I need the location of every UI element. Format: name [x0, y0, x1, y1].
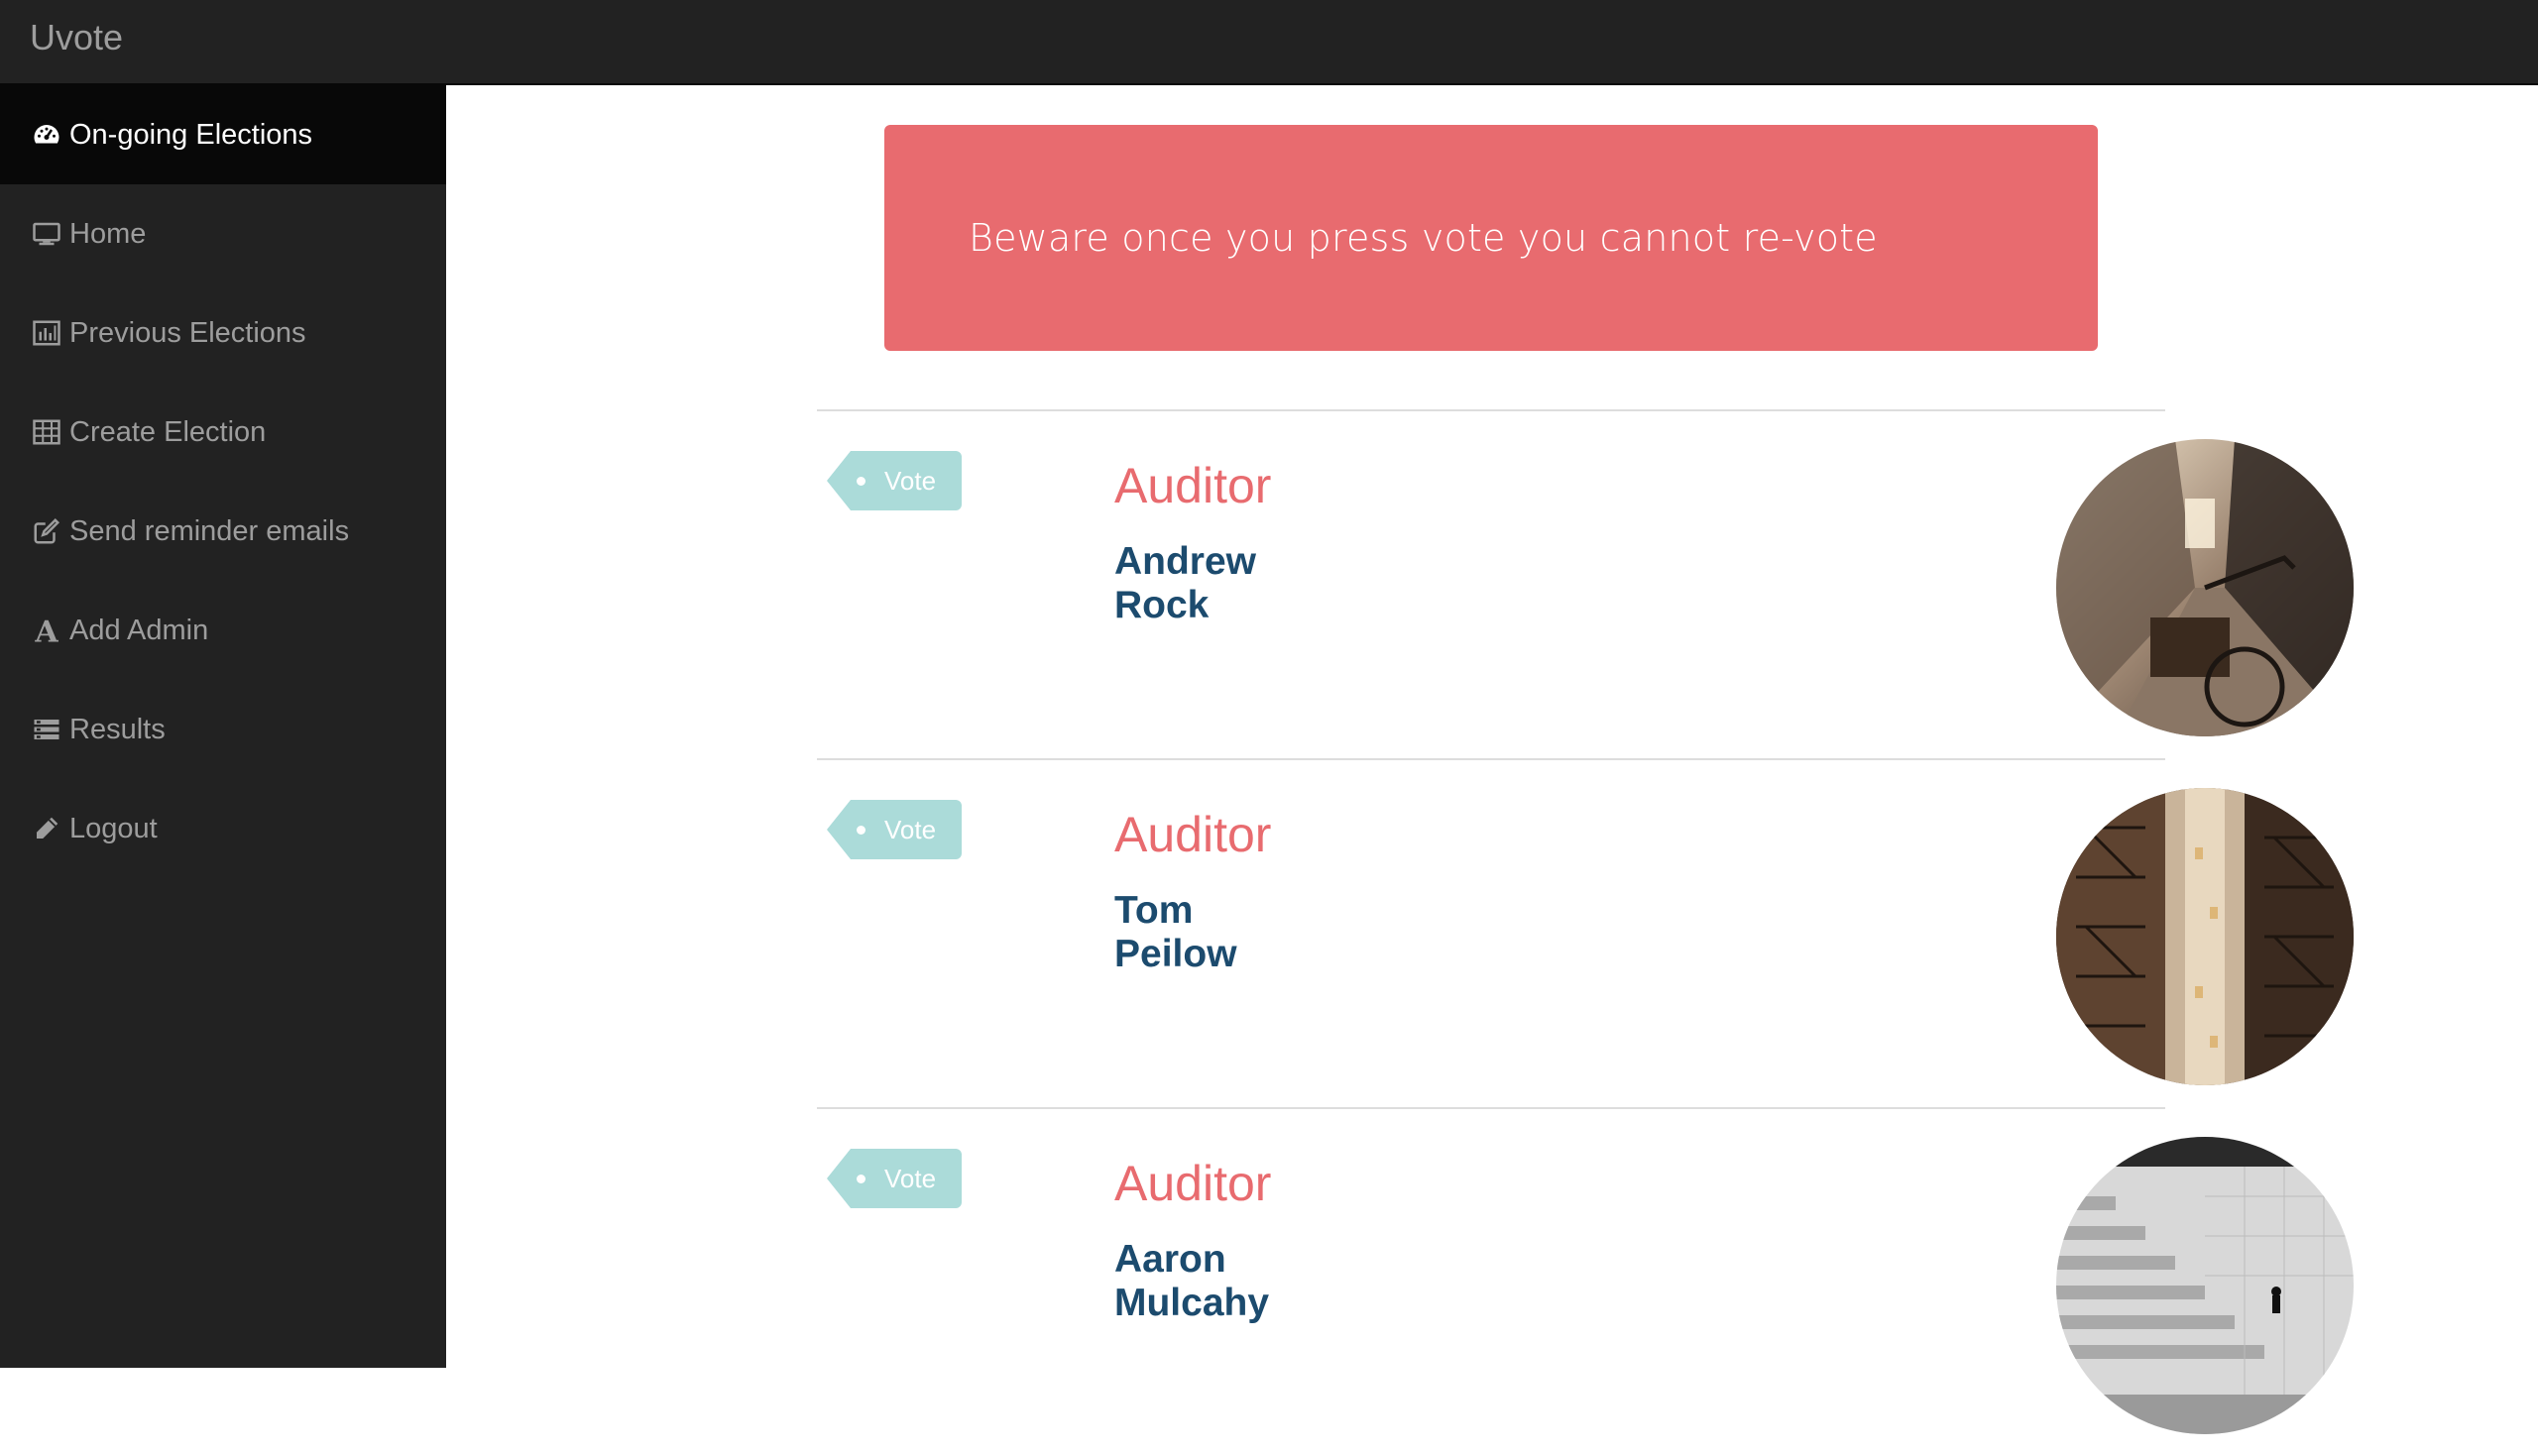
- vote-label: Vote: [884, 814, 937, 844]
- sidebar-item-label: Home: [69, 217, 147, 250]
- vote-button[interactable]: Vote: [827, 800, 962, 859]
- sidebar: On-going Elections Home Previous Electio…: [0, 85, 446, 1368]
- alert-text: Beware once you press vote you cannot re…: [969, 216, 1878, 260]
- sidebar-item-label: Previous Elections: [69, 316, 306, 349]
- sidebar-item-label: Create Election: [69, 415, 267, 448]
- sidebar-item-label: Results: [69, 713, 166, 745]
- warning-alert: Beware once you press vote you cannot re…: [884, 125, 2098, 351]
- sidebar-item-create-election[interactable]: Create Election: [0, 383, 446, 482]
- candidate-first-name: Aaron: [1114, 1238, 1226, 1281]
- candidate-role: Auditor: [1114, 458, 1272, 513]
- sidebar-item-label: On-going Elections: [69, 118, 313, 151]
- candidate-first-name: Andrew: [1114, 540, 1257, 583]
- list-icon: [30, 713, 63, 746]
- main-content: Beware once you press vote you cannot re…: [446, 87, 2538, 1434]
- candidate-role: Auditor: [1114, 807, 1272, 862]
- stone-stairs-photo: [2056, 1137, 2354, 1434]
- candidate-name: Andrew Rock: [1114, 540, 1362, 627]
- candidate-row: Vote Auditor Andrew Rock: [817, 409, 2354, 758]
- candidate-first-name: Tom: [1114, 889, 1194, 932]
- candidate-photo: [2056, 788, 2354, 1085]
- dashboard-icon: [30, 118, 63, 152]
- sidebar-item-label: Send reminder emails: [69, 514, 350, 547]
- sidebar-item-results[interactable]: Results: [0, 680, 446, 779]
- candidate-row: Vote Auditor Aaron Mulcahy: [817, 1107, 2354, 1456]
- candidate-photo: [2056, 439, 2354, 736]
- sidebar-item-previous-elections[interactable]: Previous Elections: [0, 283, 446, 383]
- vote-button[interactable]: Vote: [827, 451, 962, 510]
- street-bicycle-photo: [2056, 439, 2354, 736]
- candidate-photo: [2056, 1137, 2354, 1434]
- fire-escape-buildings-photo: [2056, 788, 2354, 1085]
- brand-title[interactable]: Uvote: [30, 16, 123, 58]
- sidebar-item-label: Add Admin: [69, 614, 209, 646]
- candidate-last-name: Peilow: [1114, 933, 1237, 975]
- candidate-name: Aaron Mulcahy: [1114, 1238, 1362, 1325]
- sidebar-item-add-admin[interactable]: A Add Admin: [0, 581, 446, 680]
- candidate-last-name: Rock: [1114, 584, 1210, 626]
- sidebar-item-ongoing-elections[interactable]: On-going Elections: [0, 85, 446, 184]
- vote-button[interactable]: Vote: [827, 1149, 962, 1208]
- sidebar-item-home[interactable]: Home: [0, 184, 446, 283]
- candidate-name: Tom Peilow: [1114, 889, 1362, 976]
- svg-text:A: A: [34, 616, 58, 645]
- candidate-role: Auditor: [1114, 1156, 1272, 1211]
- tag-hole-icon: [857, 1175, 865, 1183]
- vote-label: Vote: [884, 465, 937, 496]
- top-navbar: Uvote: [0, 0, 2538, 85]
- tag-hole-icon: [857, 826, 865, 835]
- vote-label: Vote: [884, 1163, 937, 1193]
- tag-hole-icon: [857, 477, 865, 486]
- candidate-row: Vote Auditor Tom Peilow: [817, 758, 2354, 1107]
- sidebar-item-logout[interactable]: Logout: [0, 779, 446, 878]
- desktop-icon: [30, 217, 63, 251]
- sidebar-item-send-reminder-emails[interactable]: Send reminder emails: [0, 482, 446, 581]
- edit-icon: [30, 514, 63, 548]
- table-icon: [30, 415, 63, 449]
- bar-chart-icon: [30, 316, 63, 350]
- font-icon: A: [30, 614, 63, 647]
- sidebar-item-label: Logout: [69, 812, 158, 844]
- candidate-last-name: Mulcahy: [1114, 1282, 1270, 1324]
- pencil-icon: [30, 812, 63, 845]
